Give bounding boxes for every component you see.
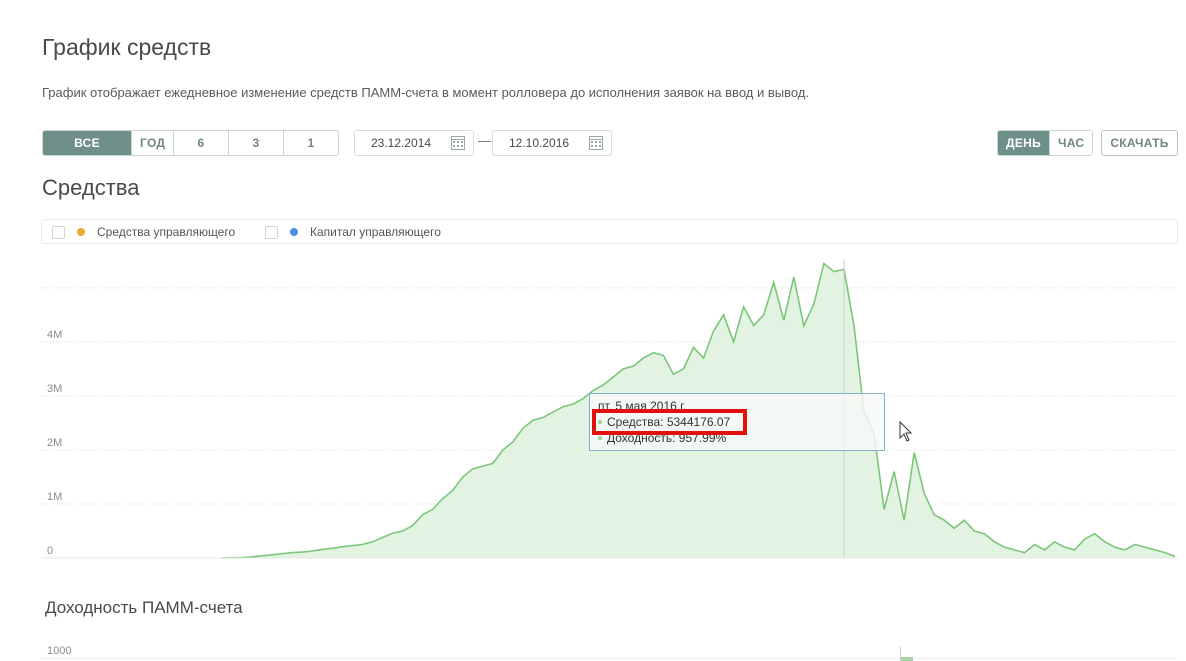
date-to-value: 12.10.2016 <box>509 136 570 150</box>
legend-label: Капитал управляющего <box>310 225 441 239</box>
granularity-day-button[interactable]: ДЕНЬ <box>998 131 1050 155</box>
highlight-annotation <box>592 409 747 435</box>
calendar-icon[interactable] <box>451 135 465 150</box>
mouse-cursor-icon <box>899 421 913 442</box>
page-description: График отображает ежедневное изменение с… <box>42 85 809 100</box>
y-tick-label: 0 <box>47 545 53 557</box>
page-title: График средств <box>42 34 212 60</box>
y-tick-label: 2M <box>47 437 62 449</box>
period-6-months-button[interactable]: 6 МЕС <box>174 131 229 155</box>
period-all-time-button[interactable]: ВСЕ ВРЕМЯ <box>43 131 132 155</box>
period-selector: ВСЕ ВРЕМЯ ГОД 6 МЕС 3 МЕС 1 МЕС <box>42 130 339 156</box>
date-to-field[interactable]: 12.10.2016 <box>492 130 612 156</box>
granularity-selector: ДЕНЬ ЧАС <box>997 130 1093 156</box>
date-from-value: 23.12.2014 <box>371 136 432 150</box>
calendar-icon[interactable] <box>589 135 603 150</box>
legend-item-manager-capital[interactable]: Капитал управляющего <box>265 225 441 239</box>
y-tick-label: 1M <box>47 491 62 503</box>
legend-label: Средства управляющего <box>97 225 236 239</box>
section-title: Средства <box>42 175 140 200</box>
period-year-button[interactable]: ГОД <box>132 131 174 155</box>
series-dot <box>598 436 602 440</box>
yield-section-title: Доходность ПАММ-счета <box>45 598 243 617</box>
legend-dot <box>77 228 85 236</box>
chart-legend: Средства управляющего Капитал управляюще… <box>41 219 1178 244</box>
legend-checkbox[interactable] <box>265 225 278 239</box>
period-3-months-button[interactable]: 3 МЕС <box>229 131 284 155</box>
date-from-field[interactable]: 23.12.2014 <box>354 130 474 156</box>
yield-chart-series <box>901 657 913 661</box>
y-tick-label: 4M <box>47 329 62 341</box>
period-1-month-button[interactable]: 1 МЕС <box>284 131 338 155</box>
legend-checkbox[interactable] <box>52 225 65 239</box>
granularity-hour-button[interactable]: ЧАС <box>1050 131 1092 155</box>
yield-chart-y-tick: 1000 <box>47 645 72 657</box>
yield-chart-gridline <box>41 658 1178 659</box>
y-tick-label: 3M <box>47 383 62 395</box>
download-button[interactable]: СКАЧАТЬ <box>1101 130 1178 156</box>
legend-dot <box>290 228 298 236</box>
legend-item-manager-funds[interactable]: Средства управляющего <box>52 225 235 239</box>
date-range-separator: — <box>478 133 491 148</box>
